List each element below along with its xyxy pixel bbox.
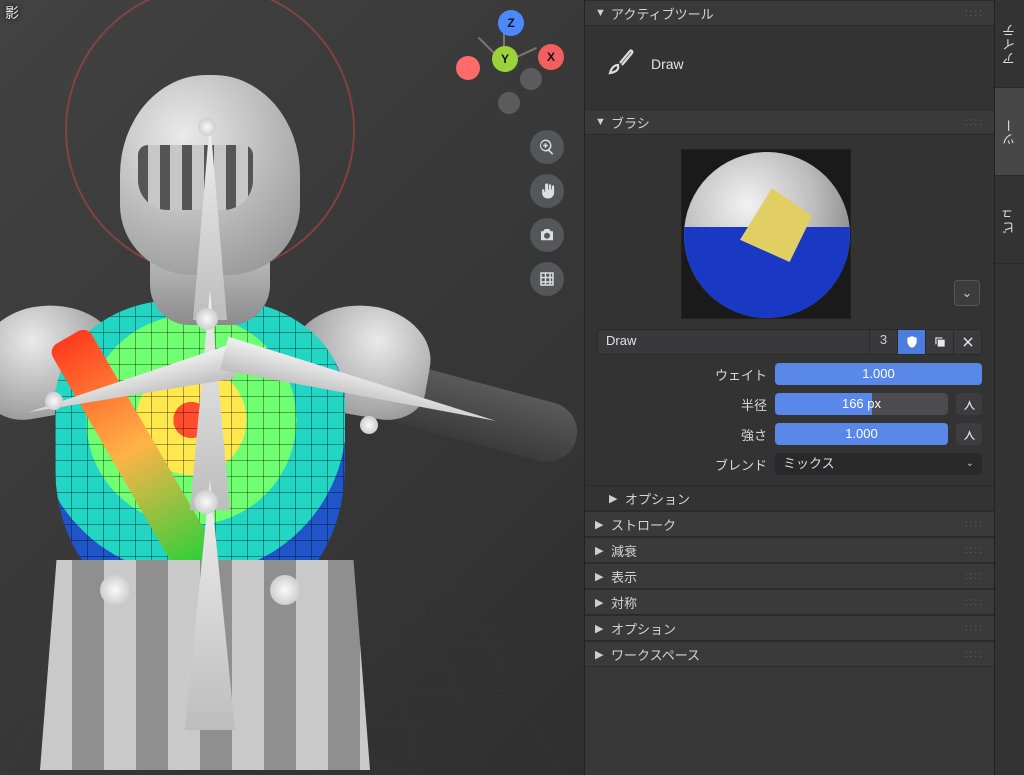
panel-header-active-tool[interactable]: ▼ アクティブツール :::: (585, 0, 994, 26)
armature-joint[interactable] (198, 118, 216, 136)
perspective-toggle-button[interactable] (530, 262, 564, 296)
tab-item[interactable]: アイテ (995, 0, 1024, 88)
radius-slider[interactable]: 166 px (775, 393, 948, 415)
chevron-down-icon: ⌄ (962, 285, 973, 301)
fake-user-toggle[interactable] (898, 329, 926, 355)
radius-pressure-toggle[interactable] (956, 393, 982, 415)
grid-icon (538, 270, 556, 288)
tab-view[interactable]: ビュ (995, 176, 1024, 264)
chevron-down-icon: ▼ (595, 116, 607, 128)
magnify-plus-icon (538, 138, 556, 156)
axis-neg-x[interactable] (456, 56, 480, 80)
armature-joint[interactable] (196, 308, 218, 330)
armature-joint[interactable] (100, 575, 130, 605)
drag-handle-icon[interactable]: :::: (965, 8, 984, 19)
drag-handle-icon[interactable]: :::: (965, 597, 984, 608)
brush-preset-dropdown[interactable]: ⌄ (954, 280, 980, 306)
chevron-right-icon: ▶ (595, 596, 607, 609)
panel-header-stroke[interactable]: ▶ ストローク :::: (585, 511, 994, 537)
axis-neg-y[interactable] (520, 68, 542, 90)
properties-sidebar: ▼ アクティブツール :::: Draw ▼ ブラシ :::: (584, 0, 994, 775)
panel-title: アクティブツール (611, 4, 714, 23)
pen-pressure-icon (962, 397, 977, 412)
viewport-3d[interactable]: 影 (0, 0, 584, 775)
unlink-brush-button[interactable] (954, 329, 982, 355)
blend-mode-dropdown[interactable]: ミックス ⌄ (775, 453, 982, 475)
panel-title: オプション (625, 489, 690, 508)
character-mesh[interactable] (0, 40, 580, 775)
camera-view-button[interactable] (530, 218, 564, 252)
panel-header-workspace[interactable]: ▶ ワークスペース :::: (585, 641, 994, 667)
weight-slider[interactable]: 1.000 (775, 363, 982, 385)
drag-handle-icon[interactable]: :::: (965, 571, 984, 582)
blend-mode-value: ミックス (783, 453, 835, 475)
panel-title: ワークスペース (611, 645, 700, 664)
axis-z[interactable]: Z (498, 10, 524, 36)
panel-header-symmetry[interactable]: ▶ 対称 :::: (585, 589, 994, 615)
axis-y[interactable]: Y (492, 46, 518, 72)
pan-button[interactable] (530, 174, 564, 208)
armature-joint[interactable] (45, 392, 63, 410)
drag-handle-icon[interactable]: :::: (965, 545, 984, 556)
panel-header-options[interactable]: ▶ オプション :::: (585, 615, 994, 641)
panel-title: ストローク (611, 515, 676, 534)
brush-users-count[interactable]: 3 (870, 329, 898, 355)
drag-handle-icon[interactable]: :::: (965, 649, 984, 660)
overlay-info-text: 影 (5, 3, 19, 23)
chevron-right-icon: ▶ (595, 544, 607, 557)
panel-body-brush: ⌄ Draw 3 ウェイト 1.000 半径 (585, 135, 994, 485)
sidebar-tabs: アイテ ツー ビュ (994, 0, 1024, 775)
hand-icon (538, 182, 556, 200)
axis-x[interactable]: X (538, 44, 564, 70)
panel-title: 対称 (611, 593, 637, 612)
panel-header-display[interactable]: ▶ 表示 :::: (585, 563, 994, 589)
brush-name-field[interactable]: Draw (597, 329, 870, 355)
panel-body-active-tool: Draw (585, 26, 994, 109)
panel-header-brush[interactable]: ▼ ブラシ :::: (585, 109, 994, 135)
pen-pressure-icon (962, 427, 977, 442)
brush-preview[interactable] (681, 149, 851, 319)
radius-label: 半径 (597, 395, 767, 414)
strength-slider[interactable]: 1.000 (775, 423, 948, 445)
drag-handle-icon[interactable]: :::: (965, 117, 984, 128)
weight-label: ウェイト (597, 365, 767, 384)
camera-icon (538, 226, 556, 244)
chevron-down-icon: ▼ (595, 7, 607, 19)
shield-icon (905, 335, 919, 349)
drag-handle-icon[interactable]: :::: (965, 519, 984, 530)
chevron-right-icon: ▶ (595, 648, 607, 661)
chevron-right-icon: ▶ (595, 570, 607, 583)
close-icon (961, 335, 975, 349)
armature-joint[interactable] (360, 416, 378, 434)
panel-header-falloff[interactable]: ▶ 減衰 :::: (585, 537, 994, 563)
armature-joint[interactable] (194, 490, 218, 514)
strength-label: 強さ (597, 425, 767, 444)
drag-handle-icon[interactable]: :::: (965, 623, 984, 634)
chevron-right-icon: ▶ (595, 518, 607, 531)
panel-title: ブラシ (611, 113, 650, 132)
blend-label: ブレンド (597, 455, 767, 474)
chevron-right-icon: ▶ (595, 622, 607, 635)
panel-title: オプション (611, 619, 676, 638)
panel-title: 表示 (611, 567, 637, 586)
navigation-gizmo[interactable]: Z Y X (454, 12, 554, 112)
tab-tool[interactable]: ツー (995, 88, 1024, 176)
duplicate-brush-button[interactable] (926, 329, 954, 355)
axis-neg-z[interactable] (498, 92, 520, 114)
zoom-button[interactable] (530, 130, 564, 164)
strength-pressure-toggle[interactable] (956, 423, 982, 445)
panel-header-brush-options[interactable]: ▶ オプション (585, 485, 994, 511)
active-tool-name: Draw (651, 56, 684, 72)
chevron-down-icon: ⌄ (966, 453, 974, 475)
draw-brush-icon (605, 46, 637, 81)
copy-icon (933, 335, 947, 349)
panel-title: 減衰 (611, 541, 637, 560)
chevron-right-icon: ▶ (609, 492, 621, 505)
armature-joint[interactable] (270, 575, 300, 605)
